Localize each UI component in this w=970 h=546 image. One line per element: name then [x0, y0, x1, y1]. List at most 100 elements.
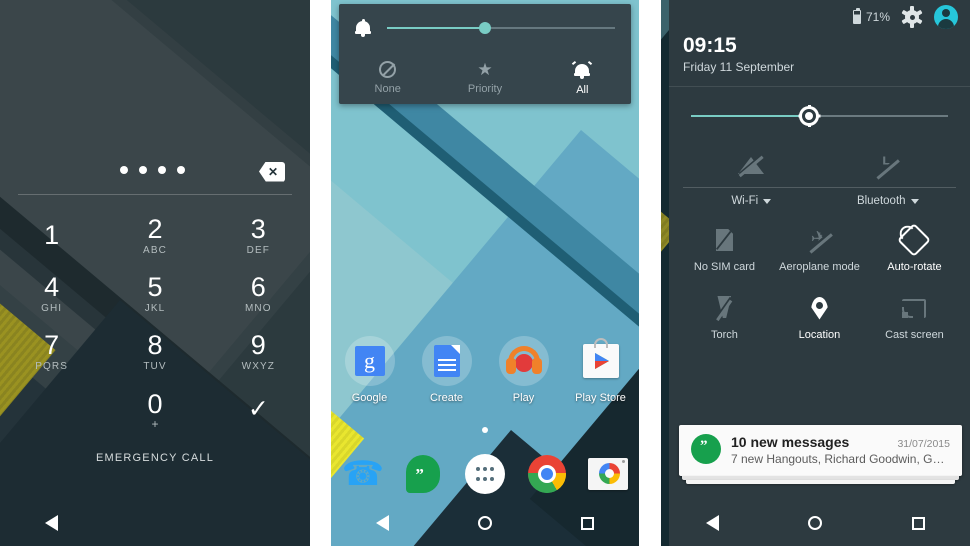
home-icon-placeholder	[148, 516, 162, 530]
wifi-off-icon	[738, 153, 765, 177]
recents-icon[interactable]	[912, 516, 926, 530]
ringer-mode-none[interactable]: None	[339, 52, 436, 104]
key-number: 3	[250, 213, 266, 244]
back-icon[interactable]	[45, 515, 58, 531]
battery-icon	[852, 7, 861, 24]
volume-slider-thumb[interactable]	[479, 22, 492, 34]
volume-slider-row	[339, 4, 631, 52]
tile-auto-rotate[interactable]: Auto-rotate	[867, 217, 962, 285]
back-icon[interactable]	[705, 515, 719, 531]
key-letters: DEF	[246, 244, 270, 256]
keypad-row: 1 2 ABC 3 DEF	[0, 206, 310, 264]
notification-stack-layer	[686, 480, 955, 484]
app-play-store[interactable]: Play Store	[562, 336, 639, 404]
key-number: 4	[44, 271, 60, 302]
key-3[interactable]: 3 DEF	[207, 206, 310, 264]
dock-app-drawer[interactable]	[454, 454, 516, 494]
app-play[interactable]: Play	[485, 336, 562, 404]
cast-screen-icon	[902, 298, 927, 318]
notification-stack: ” 10 new messages 31/07/2015 7 new Hango…	[679, 425, 962, 484]
key-confirm[interactable]: ✓	[207, 380, 310, 438]
tile-label: Aeroplane mode	[779, 261, 860, 273]
app-create[interactable]: Create	[408, 336, 485, 404]
app-google[interactable]: g Google	[331, 336, 408, 404]
navigation-bar	[0, 500, 310, 546]
app-label: Google	[351, 392, 388, 404]
create-folder-icon	[421, 336, 472, 386]
tile-label: Torch	[711, 329, 738, 341]
key-5[interactable]: 5 JKL	[103, 264, 206, 322]
tile-label: Cast screen	[885, 329, 944, 341]
recents-icon[interactable]	[581, 516, 595, 530]
tile-label: Auto-rotate	[887, 261, 942, 273]
pin-dot	[158, 166, 166, 174]
ringer-mode-all[interactable]: All	[534, 52, 631, 104]
google-folder-icon: g	[344, 336, 395, 386]
gear-icon[interactable]	[901, 6, 923, 28]
key-number: 6	[250, 271, 266, 302]
tile-cast-screen[interactable]: Cast screen	[867, 285, 962, 353]
keypad-row: 4 GHI 5 JKL 6 MNO	[0, 264, 310, 322]
phone-icon: ☎	[341, 455, 385, 493]
home-screen-panel: None ★ Priority All g Google Create Play…	[331, 0, 639, 546]
tile-bluetooth-label: Bluetooth	[857, 195, 919, 207]
navigation-bar	[331, 500, 639, 546]
back-icon[interactable]	[375, 515, 389, 531]
play-store-icon	[582, 338, 619, 378]
clock-time: 09:15	[683, 34, 737, 57]
home-icon[interactable]	[477, 516, 492, 530]
tile-aeroplane-mode[interactable]: ✈ Aeroplane mode	[772, 217, 867, 285]
key-number: 0	[147, 388, 163, 419]
tile-no-sim-card[interactable]: No SIM card	[677, 217, 772, 285]
brightness-sun-icon[interactable]	[798, 105, 821, 127]
bell-ring-icon	[572, 60, 593, 79]
brightness-row	[669, 87, 970, 145]
pin-divider	[18, 194, 292, 195]
user-avatar-icon[interactable]	[934, 5, 958, 29]
checkmark-icon: ✓	[247, 395, 269, 423]
clock-block: 09:15 Friday 11 September	[669, 34, 970, 86]
key-number: 5	[147, 271, 163, 302]
tile-torch[interactable]: Torch	[677, 285, 772, 353]
location-pin-icon	[810, 296, 828, 320]
key-letters: TUV	[143, 360, 167, 372]
chevron-down-icon[interactable]	[910, 198, 919, 204]
bell-icon	[355, 19, 371, 37]
dock-hangouts[interactable]: ”	[393, 455, 455, 493]
key-4[interactable]: 4 GHI	[0, 264, 103, 322]
ringer-modes: None ★ Priority All	[339, 52, 631, 104]
tile-location[interactable]: Location	[772, 285, 867, 353]
dock-phone[interactable]: ☎	[331, 454, 393, 494]
key-6[interactable]: 6 MNO	[207, 264, 310, 322]
home-app-row: g Google Create Play Play Store	[331, 336, 639, 404]
key-0[interactable]: 0 +	[103, 380, 206, 438]
pin-keypad: 1 2 ABC 3 DEF 4 GHI 5 JKL 6 MNO 7 PQRS 8…	[0, 206, 310, 465]
emergency-call-button[interactable]: EMERGENCY CALL	[0, 452, 310, 464]
star-icon: ★	[477, 60, 493, 79]
key-2[interactable]: 2 ABC	[103, 206, 206, 264]
key-number: 7	[44, 329, 60, 360]
app-label: Play Store	[575, 392, 626, 404]
key-9[interactable]: 9 WXYZ	[207, 322, 310, 380]
tile-label: No SIM card	[693, 261, 756, 273]
mode-label: Priority	[467, 83, 503, 95]
key-7[interactable]: 7 PQRS	[0, 322, 103, 380]
key-letters: WXYZ	[241, 360, 275, 372]
chrome-icon	[527, 455, 566, 493]
dock-chrome[interactable]	[516, 455, 578, 493]
tile-wifi[interactable]: Wi-Fi	[683, 145, 820, 213]
chevron-down-icon[interactable]	[763, 198, 772, 204]
ringer-mode-priority[interactable]: ★ Priority	[436, 52, 533, 104]
tile-bluetooth[interactable]: ᔭ Bluetooth	[819, 145, 956, 213]
notification-date: 31/07/2015	[897, 438, 950, 450]
home-icon[interactable]	[808, 516, 823, 530]
aeroplane-off-icon: ✈	[809, 229, 833, 253]
backspace-icon[interactable]: ✕	[258, 161, 286, 182]
notification-card[interactable]: ” 10 new messages 31/07/2015 7 new Hango…	[679, 425, 962, 476]
notification-title: 10 new messages	[731, 434, 850, 450]
volume-slider[interactable]	[387, 22, 615, 34]
dock-camera[interactable]	[577, 458, 639, 490]
key-1[interactable]: 1	[0, 206, 103, 264]
key-8[interactable]: 8 TUV	[103, 322, 206, 380]
brightness-slider[interactable]	[691, 105, 948, 127]
